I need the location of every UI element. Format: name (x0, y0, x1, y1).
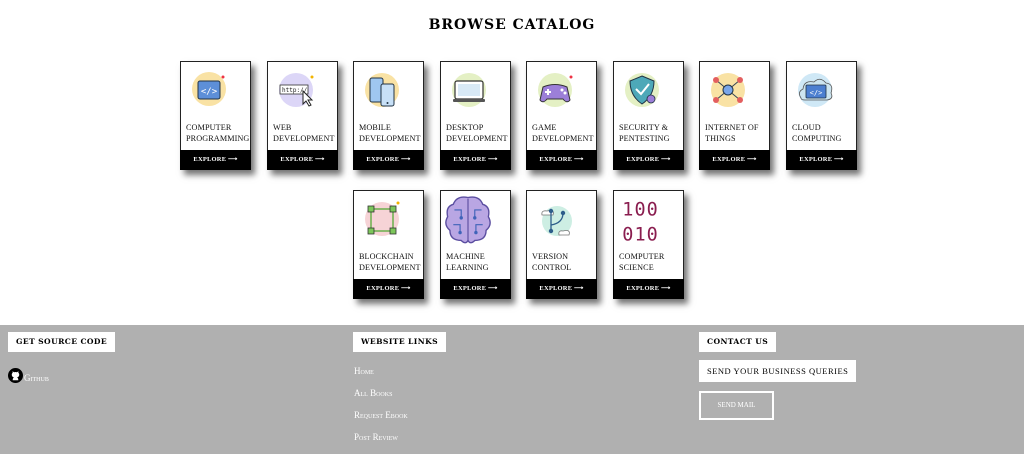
footer-link-all-books[interactable]: All Books (354, 388, 392, 398)
card-computer-programming[interactable]: </> COMPUTER PROGRAMMING EXPLORE ⟶ (180, 61, 251, 170)
footer: GET SOURCE CODE Github WEBSITE LINKS Hom… (0, 325, 1024, 454)
card-label: DESKTOP DEVELOPMENT (446, 123, 508, 143)
card-game-development[interactable]: GAME DEVELOPMENT EXPLORE ⟶ (526, 61, 597, 170)
github-icon (8, 367, 23, 383)
card-label: COMPUTER SCIENCE (619, 252, 665, 272)
binary-line: 100 (622, 200, 659, 221)
gamepad-icon (538, 73, 573, 107)
code-icon: </> (192, 72, 226, 106)
github-link[interactable]: Github (8, 367, 49, 383)
footer-link-post-review[interactable]: Post Review (354, 432, 398, 442)
explore-button[interactable]: EXPLORE ⟶ (786, 150, 857, 170)
binary-line: 010 (622, 225, 659, 245)
network-icon (711, 73, 745, 107)
explore-button[interactable]: EXPLORE ⟶ (180, 150, 251, 170)
source-heading: GET SOURCE CODE (8, 332, 116, 352)
card-label: SECURITY & PENTESTING (619, 123, 670, 143)
card-label: INTERNET OF THINGS (705, 123, 759, 143)
footer-link-home[interactable]: Home (354, 366, 374, 376)
send-mail-button[interactable]: SEND MAIL (699, 391, 774, 420)
blockchain-icon (365, 201, 400, 236)
card-label: MOBILE DEVELOPMENT (359, 123, 421, 143)
web-cursor-icon: http:// (279, 73, 314, 107)
github-label: Github (24, 373, 49, 383)
explore-button[interactable]: EXPLORE ⟶ (613, 150, 684, 170)
explore-button[interactable]: EXPLORE ⟶ (353, 150, 424, 170)
business-queries-label: SEND YOUR BUSINESS QUERIES (699, 360, 857, 382)
card-label: VERSION CONTROL (532, 252, 572, 272)
shield-icon (625, 73, 659, 107)
explore-button[interactable]: EXPLORE ⟶ (699, 150, 770, 170)
desktop-icon (452, 73, 486, 107)
mobile-icon (365, 73, 399, 107)
card-label: CLOUD COMPUTING (792, 123, 842, 143)
card-machine-learning[interactable]: MACHINE LEARNING EXPLORE ⟶ (440, 190, 511, 299)
card-label: MACHINE LEARNING (446, 252, 489, 272)
card-cloud-computing[interactable]: </> CLOUD COMPUTING EXPLORE ⟶ (786, 61, 857, 170)
card-desktop-development[interactable]: DESKTOP DEVELOPMENT EXPLORE ⟶ (440, 61, 511, 170)
card-web-development[interactable]: http:// WEB DEVELOPMENT EXPLORE ⟶ (267, 61, 338, 170)
explore-button[interactable]: EXPLORE ⟶ (526, 279, 597, 299)
footer-link-request-ebook[interactable]: Request Ebook (354, 410, 408, 420)
explore-button[interactable]: EXPLORE ⟶ (613, 279, 684, 299)
card-version-control[interactable]: VERSION CONTROL EXPLORE ⟶ (526, 190, 597, 299)
card-internet-of-things[interactable]: INTERNET OF THINGS EXPLORE ⟶ (699, 61, 770, 170)
card-label: GAME DEVELOPMENT (532, 123, 594, 143)
explore-button[interactable]: EXPLORE ⟶ (267, 150, 338, 170)
card-label: BLOCKCHAIN DEVELOPMENT (359, 252, 421, 272)
card-label: COMPUTER PROGRAMMING (186, 123, 250, 143)
explore-button[interactable]: EXPLORE ⟶ (353, 279, 424, 299)
brain-icon (445, 196, 491, 244)
explore-button[interactable]: EXPLORE ⟶ (440, 279, 511, 299)
explore-button[interactable]: EXPLORE ⟶ (526, 150, 597, 170)
contact-heading: CONTACT US (699, 332, 777, 352)
svg-text:</>: </> (201, 87, 218, 97)
card-blockchain-development[interactable]: BLOCKCHAIN DEVELOPMENT EXPLORE ⟶ (353, 190, 424, 299)
svg-text:</>: </> (810, 89, 823, 97)
branch-icon (541, 206, 572, 236)
card-mobile-development[interactable]: MOBILE DEVELOPMENT EXPLORE ⟶ (353, 61, 424, 170)
page-title: BROWSE CATALOG (428, 17, 596, 33)
cloud-code-icon: </> (798, 73, 833, 107)
card-label: WEB DEVELOPMENT (273, 123, 335, 143)
card-computer-science[interactable]: 100 010 COMPUTER SCIENCE EXPLORE ⟶ (613, 190, 684, 299)
binary-icon: 100 010 (622, 200, 659, 245)
card-security-pentesting[interactable]: SECURITY & PENTESTING EXPLORE ⟶ (613, 61, 684, 170)
explore-button[interactable]: EXPLORE ⟶ (440, 150, 511, 170)
links-heading: WEBSITE LINKS (353, 332, 446, 352)
